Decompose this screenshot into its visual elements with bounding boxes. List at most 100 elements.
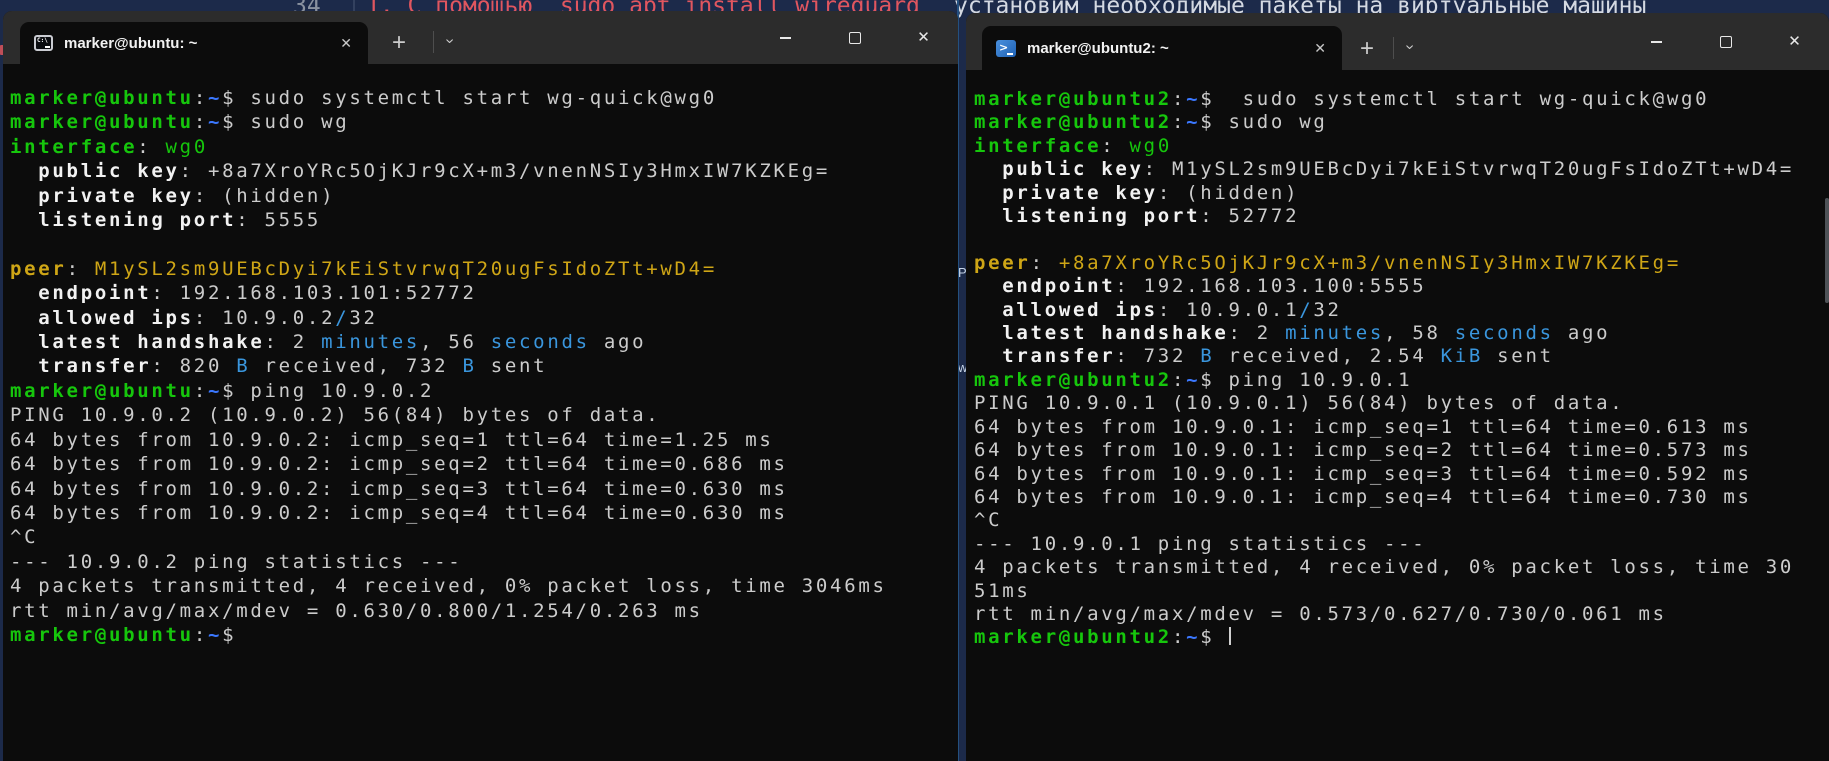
chevron-down-icon[interactable]: › xyxy=(441,38,459,43)
text-segment: : 5555 xyxy=(236,209,321,231)
text-segment: : 192.168.103.101:52772 xyxy=(151,282,476,304)
text-segment: marker@ubuntu xyxy=(10,111,194,133)
text-segment: marker@ubuntu xyxy=(10,624,194,646)
text-cursor xyxy=(1229,627,1231,645)
text-segment: 4 packets transmitted, 4 received, 0% pa… xyxy=(974,556,1794,578)
text-segment: ~ xyxy=(1186,111,1200,133)
text-segment: : xyxy=(194,87,208,109)
clipped-glyph: w xyxy=(959,360,966,375)
text-segment: : xyxy=(1031,252,1059,274)
terminal-line: latest handshake: 2 minutes, 58 seconds … xyxy=(974,322,1829,345)
close-button[interactable]: ✕ xyxy=(1760,13,1829,70)
text-segment: B xyxy=(462,355,476,377)
tab-marker-ubuntu[interactable]: C:\ marker@ubuntu: ~ ✕ xyxy=(20,22,368,64)
text-segment: ~ xyxy=(1186,626,1200,648)
minimize-icon xyxy=(1651,41,1662,43)
terminal-line: --- 10.9.0.1 ping statistics --- xyxy=(974,533,1829,556)
close-button[interactable]: ✕ xyxy=(889,11,958,64)
text-segment: : M1ySL2sm9UEBcDyi7kEiStvrwqT20ugFsIdoZT… xyxy=(1144,158,1794,180)
text-segment: +8a7XroYRc5OjKJr9cX+m3/vnenNSIy3HmxIW7KZ… xyxy=(1059,252,1681,274)
text-segment: $ sudo wg xyxy=(1200,111,1327,133)
text-segment: ~ xyxy=(208,87,222,109)
text-segment: seconds xyxy=(491,331,590,353)
maximize-icon xyxy=(849,32,861,44)
new-tab-button[interactable]: + xyxy=(1360,35,1374,63)
terminal-line: allowed ips: 10.9.0.2/32 xyxy=(10,306,958,330)
text-segment: sent xyxy=(1483,345,1554,367)
text-segment: marker@ubuntu2 xyxy=(974,88,1172,110)
terminal-line: marker@ubuntu:~$ sudo systemctl start wg… xyxy=(10,86,958,110)
terminal-line: marker@ubuntu2:~$ sudo wg xyxy=(974,111,1829,134)
text-segment: , 56 xyxy=(420,331,491,353)
terminal-line: private key: (hidden) xyxy=(10,184,958,208)
tab-title: marker@ubuntu2: ~ xyxy=(1027,40,1301,57)
text-segment: private key xyxy=(10,185,194,207)
terminal-line: marker@ubuntu2:~$ ping 10.9.0.1 xyxy=(974,369,1829,392)
text-segment: 51ms xyxy=(974,580,1031,602)
tab-title: marker@ubuntu: ~ xyxy=(64,35,327,52)
text-segment: ~ xyxy=(208,380,222,402)
text-segment: ~ xyxy=(1186,88,1200,110)
titlebar[interactable]: > marker@ubuntu2: ~ ✕ + › ✕ xyxy=(966,13,1829,70)
terminal-line: 64 bytes from 10.9.0.2: icmp_seq=2 ttl=6… xyxy=(10,452,958,476)
tab-close-icon[interactable]: ✕ xyxy=(338,34,354,52)
terminal-line: rtt min/avg/max/mdev = 0.630/0.800/1.254… xyxy=(10,599,958,623)
text-segment: : xyxy=(1172,88,1186,110)
terminal-line: marker@ubuntu2:~$ sudo systemctl start w… xyxy=(974,88,1829,111)
minimize-button[interactable] xyxy=(751,11,820,64)
text-segment: ^C xyxy=(974,509,1002,531)
terminal-line xyxy=(974,228,1829,251)
terminal-line: latest handshake: 2 minutes, 56 seconds … xyxy=(10,330,958,354)
text-segment: transfer xyxy=(974,345,1115,367)
new-tab-button[interactable]: + xyxy=(392,29,406,57)
terminal-line: --- 10.9.0.2 ping statistics --- xyxy=(10,550,958,574)
text-segment: : (hidden) xyxy=(1158,182,1299,204)
close-icon: ✕ xyxy=(1788,34,1801,49)
chevron-down-icon[interactable]: › xyxy=(1401,44,1419,49)
tab-close-icon[interactable]: ✕ xyxy=(1312,39,1328,57)
text-segment: rtt min/avg/max/mdev = 0.573/0.627/0.730… xyxy=(974,603,1667,625)
tab-marker-ubuntu2[interactable]: > marker@ubuntu2: ~ ✕ xyxy=(982,26,1342,70)
terminal-line: 51ms xyxy=(974,580,1829,603)
text-segment: 64 bytes from 10.9.0.2: icmp_seq=3 ttl=6… xyxy=(10,478,788,500)
window-controls: ✕ xyxy=(751,11,958,64)
maximize-button[interactable] xyxy=(1691,13,1760,70)
terminal-line: ^C xyxy=(10,525,958,549)
text-segment: endpoint xyxy=(10,282,151,304)
text-segment: $ ping 10.9.0.2 xyxy=(222,380,434,402)
text-segment: public key xyxy=(974,158,1144,180)
text-segment: wg0 xyxy=(1130,135,1172,157)
text-segment: peer xyxy=(10,258,67,280)
text-segment: peer xyxy=(974,252,1031,274)
terminal-line: listening port: 5555 xyxy=(10,208,958,232)
text-segment: 64 bytes from 10.9.0.2: icmp_seq=2 ttl=6… xyxy=(10,453,788,475)
powershell-icon: > xyxy=(996,40,1016,57)
terminal-line: private key: (hidden) xyxy=(974,182,1829,205)
terminal-line: PING 10.9.0.1 (10.9.0.1) 56(84) bytes of… xyxy=(974,392,1829,415)
text-segment: received, 732 xyxy=(250,355,462,377)
text-segment: minutes xyxy=(321,331,420,353)
terminal-screen[interactable]: marker@ubuntu2:~$ sudo systemctl start w… xyxy=(966,70,1829,650)
text-segment: : xyxy=(194,380,208,402)
window-controls: ✕ xyxy=(1622,13,1829,70)
terminal-line: interface: wg0 xyxy=(10,135,958,159)
terminal-line: transfer: 820 B received, 732 B sent xyxy=(10,354,958,378)
tabbar-divider xyxy=(433,31,434,53)
clipped-glyph: P xyxy=(959,265,966,280)
text-segment: endpoint xyxy=(974,275,1115,297)
text-segment: $ ping 10.9.0.1 xyxy=(1200,369,1412,391)
scrollbar-thumb[interactable] xyxy=(1825,198,1829,303)
close-icon: ✕ xyxy=(917,30,930,45)
terminal-screen[interactable]: marker@ubuntu:~$ sudo systemctl start wg… xyxy=(3,64,958,647)
terminal-line: 64 bytes from 10.9.0.1: icmp_seq=2 ttl=6… xyxy=(974,439,1829,462)
terminal-line: transfer: 732 B received, 2.54 KiB sent xyxy=(974,345,1829,368)
terminal-line: peer: +8a7XroYRc5OjKJr9cX+m3/vnenNSIy3Hm… xyxy=(974,252,1829,275)
terminal-line: interface: wg0 xyxy=(974,135,1829,158)
maximize-button[interactable] xyxy=(820,11,889,64)
terminal-line: 64 bytes from 10.9.0.1: icmp_seq=4 ttl=6… xyxy=(974,486,1829,509)
text-segment: : xyxy=(67,258,95,280)
text-segment: wg0 xyxy=(166,136,208,158)
text-segment: --- 10.9.0.1 ping statistics --- xyxy=(974,533,1426,555)
minimize-button[interactable] xyxy=(1622,13,1691,70)
titlebar[interactable]: C:\ marker@ubuntu: ~ ✕ + › ✕ xyxy=(3,11,958,64)
